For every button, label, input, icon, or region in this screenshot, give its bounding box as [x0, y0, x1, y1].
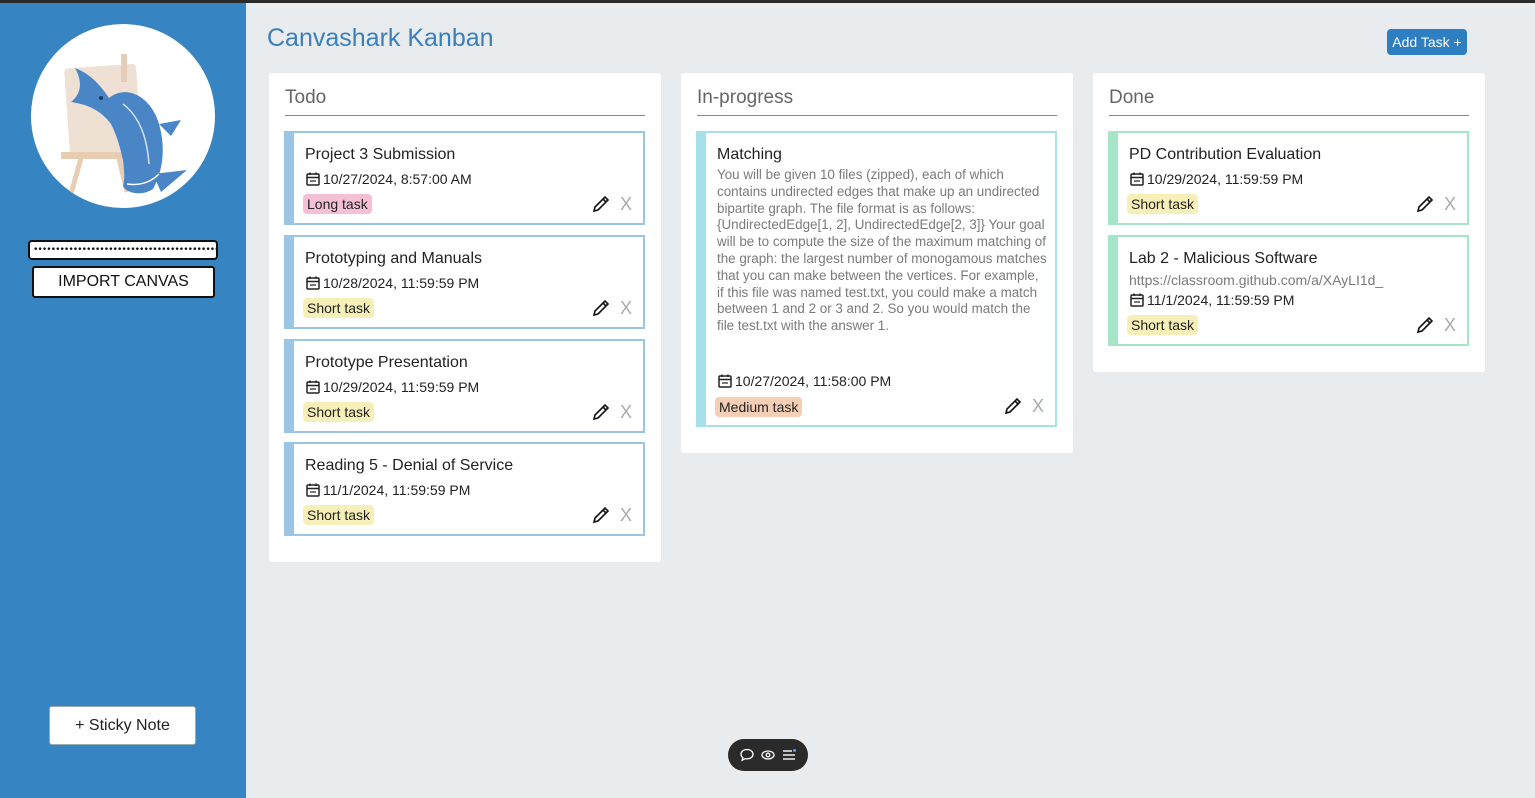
task-date-text: 10/27/2024, 8:57:00 AM — [323, 171, 472, 187]
sticky-note-button[interactable]: + Sticky Note — [49, 706, 196, 745]
pencil-icon[interactable] — [1003, 396, 1023, 416]
delete-task-button[interactable]: X — [1032, 396, 1044, 416]
task-date-text: 11/1/2024, 11:59:59 PM — [1147, 292, 1295, 308]
task-tag: Short task — [1127, 194, 1199, 214]
task-tag: Short task — [1127, 315, 1199, 335]
task-title: Reading 5 - Denial of Service — [305, 457, 514, 474]
list-icon[interactable] — [781, 747, 797, 763]
pencil-icon[interactable] — [591, 298, 611, 318]
task-title: Lab 2 - Malicious Software — [1129, 250, 1318, 267]
calendar-icon — [305, 482, 321, 498]
calendar-icon — [1129, 292, 1145, 308]
task-card[interactable]: Reading 5 - Denial of Service 11/1/2024,… — [284, 442, 645, 536]
calendar-icon — [305, 379, 321, 395]
eye-icon[interactable] — [760, 747, 776, 763]
calendar-icon — [305, 171, 321, 187]
sidebar: ••••••••••••••••••••••••••••••••••••••••… — [0, 3, 246, 798]
column-title-in-progress: In-progress — [697, 87, 1057, 116]
task-card[interactable]: Lab 2 - Malicious Software https://class… — [1108, 235, 1469, 346]
task-due-date: 10/29/2024, 11:59:59 PM — [305, 379, 479, 395]
task-due-date: 11/1/2024, 11:59:59 PM — [1129, 292, 1294, 308]
chat-icon[interactable] — [739, 747, 755, 763]
delete-task-button[interactable]: X — [1444, 194, 1456, 214]
column-in-progress: In-progress Matching You will be given 1… — [681, 73, 1073, 453]
shark-logo — [31, 24, 215, 208]
task-date-text: 10/27/2024, 11:58:00 PM — [735, 373, 892, 389]
pencil-icon[interactable] — [591, 402, 611, 422]
delete-task-button[interactable]: X — [620, 298, 632, 318]
column-todo: Todo Project 3 Submission 10/27/2024, 8:… — [269, 73, 661, 562]
task-due-date: 10/29/2024, 11:59:59 PM — [1129, 171, 1303, 187]
task-due-date: 10/27/2024, 8:57:00 AM — [305, 171, 472, 187]
task-card[interactable]: Project 3 Submission 10/27/2024, 8:57:00… — [284, 131, 645, 225]
delete-task-button[interactable]: X — [620, 402, 632, 422]
column-title-done: Done — [1109, 87, 1469, 116]
task-title: Matching — [717, 146, 782, 163]
task-tag: Short task — [303, 298, 375, 318]
task-description: You will be given 10 files (zipped), eac… — [717, 167, 1047, 334]
task-card[interactable]: Matching You will be given 10 files (zip… — [696, 131, 1057, 427]
task-link[interactable]: https://classroom.github.com/a/XAyLI1d_ — [1129, 272, 1383, 288]
pencil-icon[interactable] — [1415, 194, 1435, 214]
task-card[interactable]: PD Contribution Evaluation 10/29/2024, 1… — [1108, 131, 1469, 225]
task-card[interactable]: Prototype Presentation 10/29/2024, 11:59… — [284, 339, 645, 433]
task-card[interactable]: Prototyping and Manuals 10/28/2024, 11:5… — [284, 235, 645, 329]
task-title: Project 3 Submission — [305, 146, 456, 163]
task-date-text: 11/1/2024, 11:59:59 PM — [323, 482, 471, 498]
task-date-text: 10/29/2024, 11:59:59 PM — [323, 379, 480, 395]
task-title: Prototype Presentation — [305, 354, 468, 371]
task-title: PD Contribution Evaluation — [1129, 146, 1322, 163]
column-done: Done PD Contribution Evaluation 10/29/20… — [1093, 73, 1485, 372]
task-due-date: 10/28/2024, 11:59:59 PM — [305, 275, 479, 291]
task-due-date: 10/27/2024, 11:58:00 PM — [717, 373, 891, 389]
pencil-icon[interactable] — [591, 194, 611, 214]
floating-toolbar — [728, 739, 808, 771]
task-tag: Short task — [303, 505, 375, 525]
task-date-text: 10/29/2024, 11:59:59 PM — [1147, 171, 1304, 187]
delete-task-button[interactable]: X — [620, 505, 632, 525]
task-tag: Medium task — [715, 397, 803, 417]
task-due-date: 11/1/2024, 11:59:59 PM — [305, 482, 470, 498]
task-tag: Short task — [303, 402, 375, 422]
pencil-icon[interactable] — [1415, 315, 1435, 335]
task-title: Prototyping and Manuals — [305, 250, 482, 267]
delete-task-button[interactable]: X — [620, 194, 632, 214]
calendar-icon — [305, 275, 321, 291]
page-title: Canvashark Kanban — [267, 24, 494, 52]
calendar-icon — [1129, 171, 1145, 187]
column-title-todo: Todo — [285, 87, 645, 116]
task-tag: Long task — [303, 194, 372, 214]
import-canvas-button[interactable]: IMPORT CANVAS — [32, 266, 215, 298]
calendar-icon — [717, 373, 733, 389]
canvas-token-input[interactable]: ••••••••••••••••••••••••••••••••••••••••… — [28, 240, 218, 260]
task-date-text: 10/28/2024, 11:59:59 PM — [323, 275, 480, 291]
delete-task-button[interactable]: X — [1444, 315, 1456, 335]
add-task-button[interactable]: Add Task + — [1387, 29, 1467, 55]
pencil-icon[interactable] — [591, 505, 611, 525]
